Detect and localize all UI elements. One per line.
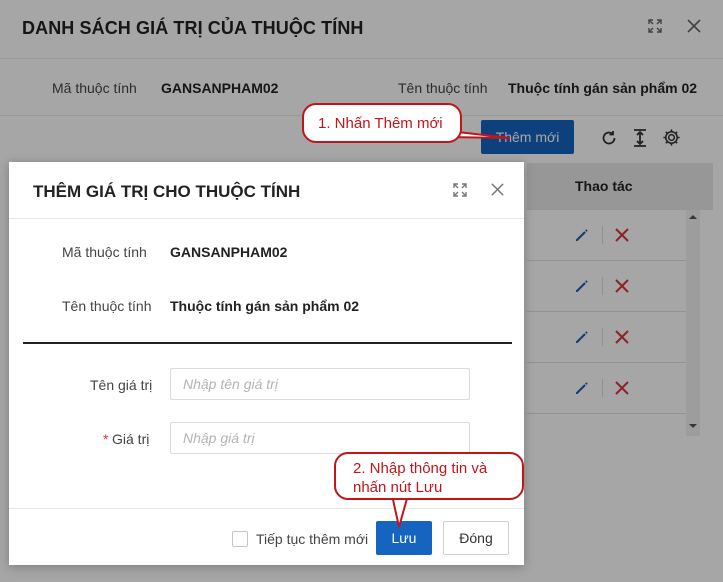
- step2-callout: 2. Nhập thông tin và nhấn nút Lưu: [334, 452, 524, 500]
- step1-callout: 1. Nhấn Thêm mới: [302, 103, 462, 143]
- step1-text: 1. Nhấn Thêm mới: [318, 115, 443, 132]
- step2-text-line2: nhấn nút Lưu: [353, 479, 443, 496]
- step2-text-line1: 2. Nhập thông tin và: [353, 460, 488, 477]
